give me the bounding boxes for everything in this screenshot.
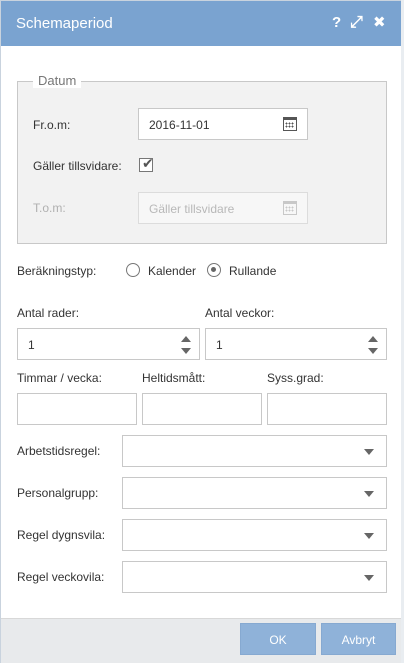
datum-legend: Datum xyxy=(33,73,82,88)
heltidsmatt-label: Heltidsmått: xyxy=(142,371,206,385)
radio-kalender-label[interactable]: Kalender xyxy=(148,264,196,278)
antal-veckor-value: 1 xyxy=(216,338,223,352)
tom-placeholder: Gäller tillsvidare xyxy=(149,202,235,216)
berakningstyp-label: Beräkningstyp: xyxy=(17,264,97,278)
syss-grad-label: Syss.grad: xyxy=(267,371,324,385)
syss-grad-input[interactable] xyxy=(267,393,387,425)
calendar-icon[interactable] xyxy=(283,117,297,131)
antal-rader-value: 1 xyxy=(28,338,35,352)
from-date-input[interactable]: 2016-11-01 xyxy=(138,108,308,140)
antal-veckor-label: Antal veckor: xyxy=(205,306,275,320)
tom-label: T.o.m: xyxy=(33,201,66,215)
schemaperiod-dialog: Schemaperiod ? ⤢ ✖ Datum Fr.o.m: 2016-11… xyxy=(0,0,404,663)
radio-kalender[interactable] xyxy=(126,263,140,277)
chevron-down-icon xyxy=(364,491,374,497)
ok-button[interactable]: OK xyxy=(240,623,316,655)
help-icon[interactable]: ? xyxy=(332,13,341,33)
regel-veckovila-select[interactable] xyxy=(122,561,387,593)
arbetstidsregel-select[interactable] xyxy=(122,435,387,467)
timmar-vecka-input[interactable] xyxy=(17,393,137,425)
chevron-down-icon xyxy=(364,449,374,455)
arbetstidsregel-label: Arbetstidsregel: xyxy=(17,444,101,458)
antal-rader-label: Antal rader: xyxy=(17,306,80,320)
spinner-arrows-icon[interactable] xyxy=(181,336,191,354)
dialog-titlebar: Schemaperiod ? ⤢ ✖ xyxy=(1,1,403,46)
from-date-value: 2016-11-01 xyxy=(149,118,210,132)
personalgrupp-label: Personalgrupp: xyxy=(17,486,99,500)
from-label: Fr.o.m: xyxy=(33,118,71,132)
regel-veckovila-label: Regel veckovila: xyxy=(17,570,105,584)
spinner-arrows-icon[interactable] xyxy=(368,336,378,354)
close-icon[interactable]: ✖ xyxy=(373,13,386,33)
tom-date-input: Gäller tillsvidare xyxy=(138,192,308,224)
expand-icon[interactable]: ⤢ xyxy=(350,13,363,33)
chevron-down-icon xyxy=(364,575,374,581)
radio-rullande[interactable] xyxy=(207,263,221,277)
checkmark-icon: ✔ xyxy=(142,155,154,171)
heltidsmatt-input[interactable] xyxy=(142,393,262,425)
chevron-down-icon xyxy=(364,533,374,539)
galler-tillsvidare-label: Gäller tillsvidare: xyxy=(33,159,122,173)
radio-rullande-label[interactable]: Rullande xyxy=(229,264,276,278)
galler-tillsvidare-checkbox[interactable]: ✔ xyxy=(139,155,154,172)
antal-veckor-stepper[interactable]: 1 xyxy=(205,328,387,360)
regel-dygnsvila-label: Regel dygnsvila: xyxy=(17,528,106,542)
cancel-button[interactable]: Avbryt xyxy=(321,623,396,655)
calendar-icon xyxy=(283,201,297,215)
timmar-vecka-label: Timmar / vecka: xyxy=(17,371,102,385)
regel-dygnsvila-select[interactable] xyxy=(122,519,387,551)
personalgrupp-select[interactable] xyxy=(122,477,387,509)
dialog-title: Schemaperiod xyxy=(16,15,113,32)
antal-rader-stepper[interactable]: 1 xyxy=(17,328,200,360)
